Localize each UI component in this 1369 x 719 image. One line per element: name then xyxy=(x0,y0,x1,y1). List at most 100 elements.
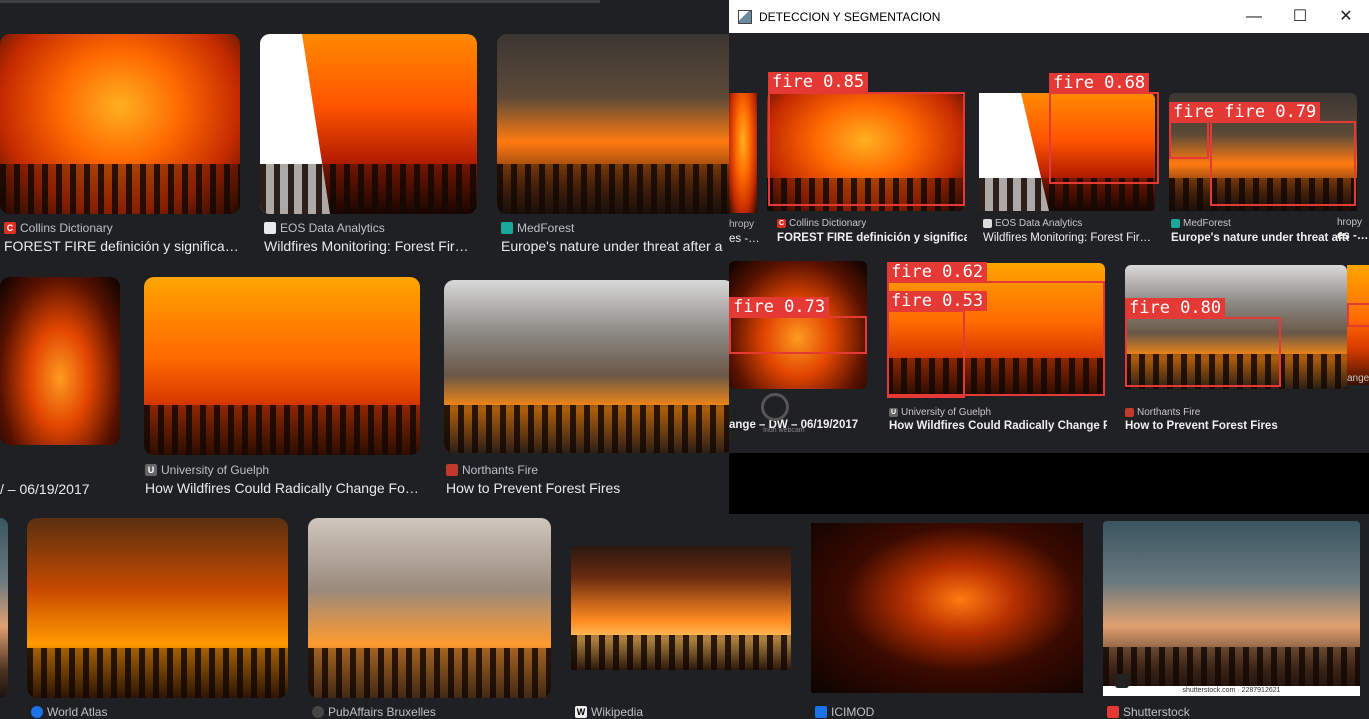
result-image-icimod[interactable] xyxy=(811,523,1083,693)
page-scrollbar[interactable] xyxy=(0,0,600,3)
source-label: University of Guelph xyxy=(161,463,270,477)
detection-box xyxy=(768,92,965,206)
collins-icon: C xyxy=(777,219,786,228)
result-title[interactable]: How Wildfires Could Radically Change Fo… xyxy=(145,480,421,496)
collins-icon: C xyxy=(4,222,16,234)
camera-view: hropy es -… C Collins Dictionary FOREST … xyxy=(729,33,1369,453)
cursor-indicator xyxy=(761,393,789,421)
detection-box xyxy=(1169,121,1209,159)
result-image-collins[interactable] xyxy=(0,34,240,214)
captured-source: EOS Data Analytics xyxy=(983,218,1082,229)
result-source[interactable]: W Wikipedia xyxy=(575,705,643,719)
result-source[interactable]: MedForest xyxy=(501,221,574,235)
result-source[interactable]: Northants Fire xyxy=(446,463,538,477)
result-image-shutterstock[interactable] xyxy=(1103,521,1360,696)
image-badge-icon xyxy=(1115,674,1129,688)
result-source[interactable]: World Atlas xyxy=(31,705,107,719)
captured-source: hropy xyxy=(1337,217,1363,228)
detection-window[interactable]: DETECCION Y SEGMENTACION — ☐ ✕ hropy es … xyxy=(729,0,1369,514)
detection-label: fire 0.85 xyxy=(768,72,869,92)
detection-box xyxy=(1210,121,1356,206)
medforest-icon xyxy=(501,222,513,234)
icimod-icon xyxy=(815,706,827,718)
window-titlebar[interactable]: DETECCION Y SEGMENTACION — ☐ ✕ xyxy=(729,0,1369,33)
webcam-label: Iriun webcam xyxy=(763,427,805,434)
captured-source: MedForest xyxy=(1171,218,1231,229)
guelph-icon: U xyxy=(145,464,157,476)
source-label: Shutterstock xyxy=(1123,705,1190,719)
detection-box xyxy=(887,310,965,398)
source-label: EOS Data Analytics xyxy=(280,221,385,235)
worldatlas-icon xyxy=(31,706,43,718)
detection-box xyxy=(729,316,867,354)
result-source[interactable]: PubAffairs Bruxelles xyxy=(312,705,436,719)
detection-box xyxy=(1347,303,1369,327)
source-label: World Atlas xyxy=(47,705,108,719)
result-source[interactable]: EOS Data Analytics xyxy=(264,221,385,235)
detection-label: fire 0.53 xyxy=(887,291,988,311)
source-label: University of Guelph xyxy=(901,407,992,418)
captured-source: C Collins Dictionary xyxy=(777,218,866,229)
window-app-icon xyxy=(738,10,752,24)
result-image-guelph[interactable] xyxy=(144,277,420,455)
captured-source: Northants Fire xyxy=(1125,407,1200,418)
guelph-icon: U xyxy=(889,408,898,417)
captured-thumb xyxy=(729,93,757,213)
detection-box xyxy=(1125,317,1281,387)
captured-title: Wildfires Monitoring: Forest Fir… xyxy=(983,232,1152,244)
source-label: PubAffairs Bruxelles xyxy=(328,705,436,719)
detection-box xyxy=(1049,92,1159,184)
eos-icon xyxy=(264,222,276,234)
captured-title: es -… xyxy=(1337,230,1369,242)
source-label: Northants Fire xyxy=(462,463,539,477)
captured-source: U University of Guelph xyxy=(889,407,991,418)
pubaffairs-icon xyxy=(312,706,324,718)
source-label: EOS Data Analytics xyxy=(995,218,1083,229)
captured-title: Europe's nature under threat after a xyxy=(1171,232,1349,244)
source-label: ICIMOD xyxy=(831,705,875,719)
source-label: Collins Dictionary xyxy=(789,218,867,229)
close-button[interactable]: ✕ xyxy=(1323,0,1369,33)
result-source[interactable]: Shutterstock xyxy=(1107,705,1190,719)
medforest-icon xyxy=(1171,219,1180,228)
captured-title: How to Prevent Forest Fires xyxy=(1125,420,1278,432)
result-image-eos[interactable] xyxy=(260,34,477,214)
captured-source: hropy xyxy=(729,219,755,230)
captured-title: How Wildfires Could Radically Change Fo… xyxy=(889,420,1107,432)
detection-label: fire 0.73 xyxy=(729,297,830,317)
source-label: MedForest xyxy=(517,221,575,235)
result-image-pubaffairs[interactable] xyxy=(308,518,551,698)
result-image-wikipedia[interactable] xyxy=(571,546,791,670)
captured-title: es -… xyxy=(729,233,760,245)
result-source[interactable]: ICIMOD xyxy=(815,705,874,719)
eos-icon xyxy=(983,219,992,228)
source-label: Collins Dictionary xyxy=(20,221,113,235)
source-label: MedForest xyxy=(1183,218,1231,229)
result-source[interactable]: C Collins Dictionary xyxy=(4,221,113,235)
detection-label: fire 0.68 xyxy=(1049,73,1150,93)
result-image-dw[interactable] xyxy=(0,277,120,445)
result-image-worldatlas[interactable] xyxy=(27,518,288,698)
window-title: DETECCION Y SEGMENTACION xyxy=(759,10,941,24)
northants-icon xyxy=(446,464,458,476)
detection-label: fire fire 0.79 xyxy=(1169,102,1321,122)
shutterstock-icon xyxy=(1107,706,1119,718)
result-image-partial[interactable] xyxy=(0,518,8,698)
captured-title: FOREST FIRE definición y significa… xyxy=(777,232,967,244)
shutterstock-caption: shutterstock.com · 2287912621 xyxy=(1103,686,1360,696)
detection-label: fire 0.62 xyxy=(887,262,988,282)
result-title[interactable]: How to Prevent Forest Fires xyxy=(446,480,726,496)
result-title[interactable]: Wildfires Monitoring: Forest Fir… xyxy=(264,238,476,254)
maximize-button[interactable]: ☐ xyxy=(1277,0,1323,33)
result-source[interactable]: U University of Guelph xyxy=(145,463,269,477)
source-label: Wikipedia xyxy=(591,705,644,719)
result-image-medforest[interactable] xyxy=(497,34,737,214)
detection-label: fire 0.80 xyxy=(1125,298,1226,318)
result-title[interactable]: Europe's nature under threat after a xyxy=(501,238,729,254)
result-image-northants[interactable] xyxy=(444,280,734,453)
minimize-button[interactable]: — xyxy=(1231,0,1277,33)
captured-source: ange - xyxy=(1347,373,1369,384)
northants-icon xyxy=(1125,408,1134,417)
result-title[interactable]: FOREST FIRE definición y significa… xyxy=(4,238,240,254)
result-title[interactable]: / – 06/19/2017 xyxy=(0,481,120,497)
